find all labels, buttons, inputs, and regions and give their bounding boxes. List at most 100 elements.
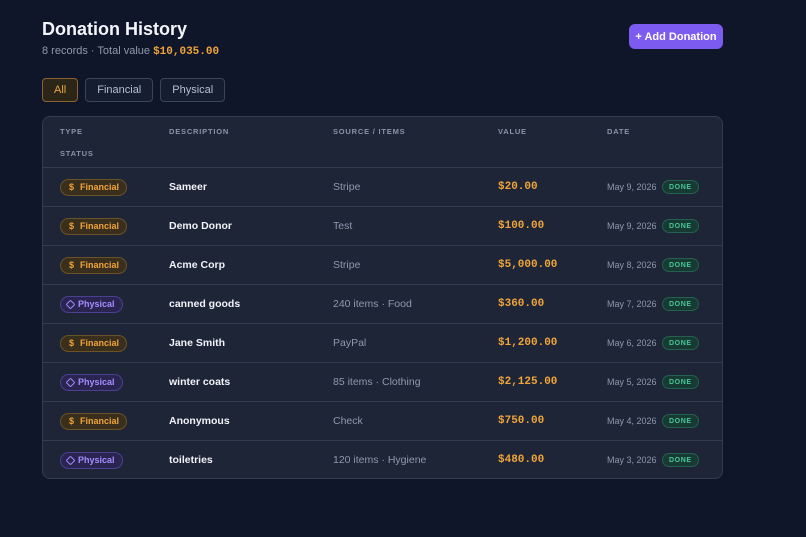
value-cell: $2,125.00	[498, 376, 558, 388]
source-cell: Test	[333, 220, 353, 232]
source-cell: 120 items · Hygiene	[333, 454, 427, 466]
value-cell: $360.00	[498, 298, 545, 310]
table-row[interactable]: $ Financial Demo Donor Test $100.00 May 9, 20…	[43, 207, 722, 246]
source-cell: Check	[333, 415, 363, 427]
status-badge: DONE	[662, 414, 699, 428]
dollar-icon: $	[68, 221, 74, 231]
status-badge: DONE	[662, 453, 699, 467]
type-cell: Physical	[60, 285, 123, 323]
box-icon	[65, 377, 76, 387]
type-cell: $ Financial	[60, 168, 128, 206]
type-label: Financial	[80, 338, 120, 348]
donations-table: TYPE DESCRIPTION SOURCE / ITEMS VALUE DA…	[42, 116, 723, 479]
type-badge-financial: $ Financial	[60, 217, 128, 235]
table-row[interactable]: Physical winter coats 85 items · Clothing $…	[43, 363, 722, 402]
date-cell: May 9, 2026	[607, 182, 657, 192]
date-cell: May 5, 2026	[607, 377, 657, 387]
table-row[interactable]: $ Financial Anonymous Check $750.00 May 4, 20…	[43, 402, 722, 441]
description-cell: Acme Corp	[169, 259, 226, 271]
status-cell: DONE	[662, 441, 699, 478]
status-cell: DONE	[662, 168, 699, 206]
type-cell: $ Financial	[60, 402, 128, 440]
type-label: Financial	[80, 416, 120, 426]
type-label: Financial	[80, 182, 120, 192]
status-cell: DONE	[662, 207, 699, 245]
status-badge: DONE	[662, 219, 699, 233]
type-label: Physical	[78, 377, 115, 387]
status-cell: DONE	[662, 246, 699, 284]
type-badge-financial: $ Financial	[60, 178, 128, 196]
value-cell: $5,000.00	[498, 259, 558, 271]
filter-all[interactable]: All	[42, 78, 79, 102]
description-cell: Anonymous	[169, 415, 230, 427]
table-body: $ Financial Sameer Stripe $20.00 May 9, 2026 D…	[43, 168, 722, 478]
page-header: Donation History 8 records · Total value…	[42, 18, 219, 59]
dollar-icon: $	[68, 182, 74, 192]
records-summary: 8 records · Total value $10,035.00	[42, 44, 219, 59]
dollar-icon: $	[68, 416, 74, 426]
box-icon	[65, 455, 76, 465]
column-header-date: DATE	[607, 127, 631, 136]
table-header: TYPE DESCRIPTION SOURCE / ITEMS VALUE DA…	[43, 117, 722, 168]
table-row[interactable]: $ Financial Acme Corp Stripe $5,000.00 May 8,…	[43, 246, 722, 285]
type-badge-physical: Physical	[60, 451, 123, 469]
status-badge: DONE	[662, 258, 699, 272]
status-cell: DONE	[662, 402, 699, 440]
type-label: Financial	[80, 260, 120, 270]
source-cell: PayPal	[333, 337, 367, 349]
box-icon	[65, 299, 76, 309]
type-badge-financial: $ Financial	[60, 412, 128, 430]
type-label: Physical	[78, 299, 115, 309]
type-cell: $ Financial	[60, 246, 128, 284]
type-cell: $ Financial	[60, 324, 128, 362]
status-cell: DONE	[662, 363, 699, 401]
status-badge: DONE	[662, 180, 699, 194]
column-header-value: VALUE	[498, 127, 527, 136]
column-header-status: STATUS	[60, 149, 94, 158]
date-cell: May 3, 2026	[607, 455, 657, 465]
description-cell: Demo Donor	[169, 220, 232, 232]
type-filter-group: All Financial Physical	[42, 78, 226, 102]
column-header-source: SOURCE / ITEMS	[333, 127, 406, 136]
date-cell: May 8, 2026	[607, 260, 657, 270]
dollar-icon: $	[68, 260, 74, 270]
source-cell: Stripe	[333, 259, 361, 271]
value-cell: $1,200.00	[498, 337, 558, 349]
status-badge: DONE	[662, 297, 699, 311]
description-cell: Sameer	[169, 181, 207, 193]
type-badge-financial: $ Financial	[60, 334, 128, 352]
type-label: Financial	[80, 221, 120, 231]
page-title: Donation History	[42, 19, 188, 39]
source-cell: 85 items · Clothing	[333, 376, 421, 388]
type-badge-physical: Physical	[60, 373, 123, 391]
source-cell: Stripe	[333, 181, 361, 193]
type-label: Physical	[78, 455, 115, 465]
table-row[interactable]: $ Financial Sameer Stripe $20.00 May 9, 2026 D…	[43, 168, 722, 207]
filter-financial[interactable]: Financial	[85, 78, 154, 102]
filter-physical[interactable]: Physical	[160, 78, 226, 102]
source-cell: 240 items · Food	[333, 298, 412, 310]
value-cell: $480.00	[498, 454, 545, 466]
table-row[interactable]: Physical canned goods 240 items · Food $360…	[43, 285, 722, 324]
type-badge-financial: $ Financial	[60, 256, 128, 274]
add-donation-button[interactable]: + Add Donation	[629, 24, 723, 49]
date-cell: May 4, 2026	[607, 416, 657, 426]
status-cell: DONE	[662, 285, 699, 323]
description-cell: canned goods	[169, 298, 241, 310]
type-cell: Physical	[60, 363, 123, 401]
donation-history-page: Donation History 8 records · Total value…	[0, 0, 806, 537]
date-cell: May 7, 2026	[607, 299, 657, 309]
status-badge: DONE	[662, 375, 699, 389]
value-cell: $750.00	[498, 415, 545, 427]
status-badge: DONE	[662, 336, 699, 350]
description-cell: winter coats	[169, 376, 231, 388]
table-row[interactable]: $ Financial Jane Smith PayPal $1,200.00 May 6…	[43, 324, 722, 363]
type-cell: $ Financial	[60, 207, 128, 245]
value-cell: $100.00	[498, 220, 545, 232]
table-row[interactable]: Physical toiletries 120 items · Hygiene $48…	[43, 441, 722, 478]
total-value: $10,035.00	[153, 46, 220, 58]
type-badge-physical: Physical	[60, 295, 123, 313]
column-header-type: TYPE	[60, 127, 83, 136]
status-cell: DONE	[662, 324, 699, 362]
type-cell: Physical	[60, 441, 123, 478]
